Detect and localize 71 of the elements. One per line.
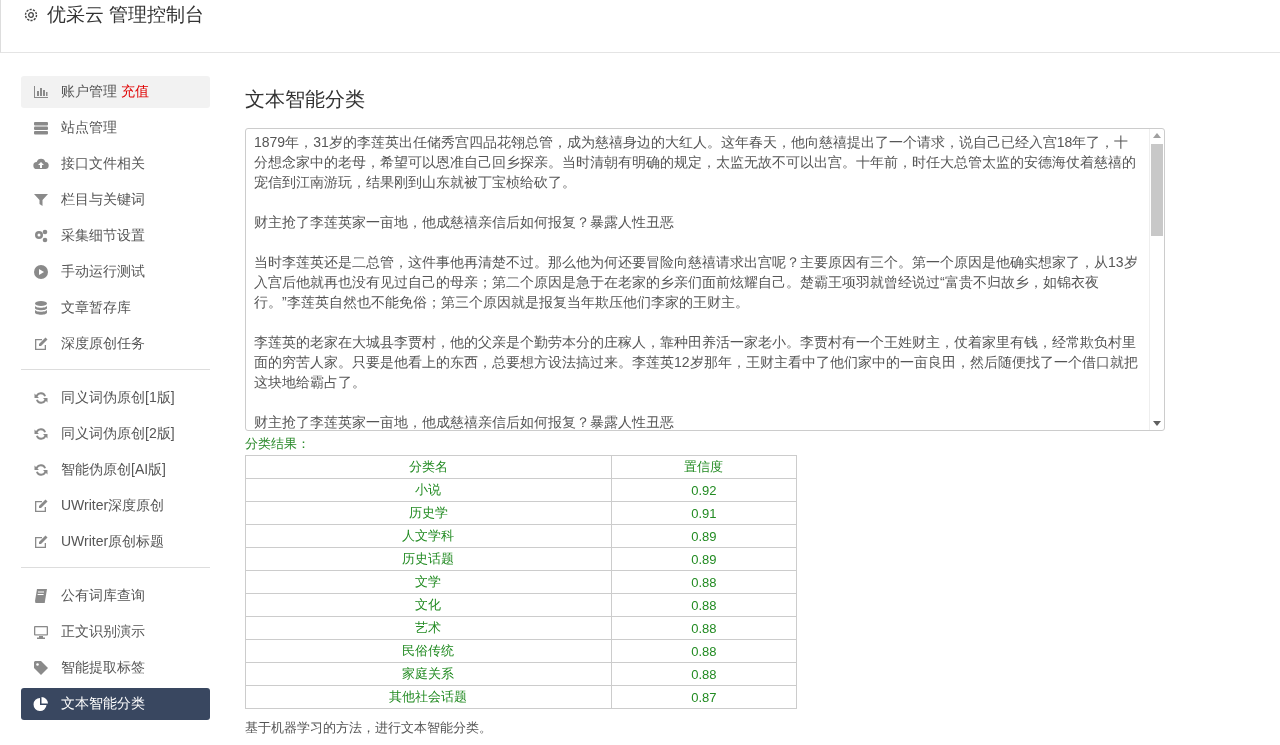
refresh-icon — [33, 426, 49, 442]
table-cell: 历史学 — [245, 501, 612, 525]
table-cell: 0.87 — [611, 685, 797, 709]
table-cell: 0.89 — [611, 547, 797, 571]
sidebar-item[interactable]: 站点管理 — [21, 112, 210, 144]
recharge-link[interactable]: 充值 — [121, 83, 149, 101]
sidebar-item[interactable]: 正文识别演示 — [21, 616, 210, 648]
table-cell: 民俗传统 — [245, 639, 612, 663]
table-cell: 0.88 — [611, 662, 797, 686]
refresh-icon — [33, 462, 49, 478]
sidebar-item[interactable]: 同义词伪原创[1版] — [21, 382, 210, 414]
book-icon — [33, 588, 49, 604]
table-cell: 0.91 — [611, 501, 797, 525]
pie-chart-icon — [33, 696, 49, 712]
article-paragraph: 财主抢了李莲英家一亩地，他成慈禧亲信后如何报复？暴露人性丑恶 — [254, 413, 675, 430]
sidebar-item[interactable]: 同义词伪原创[2版] — [21, 418, 210, 450]
table-cell: 0.88 — [611, 639, 797, 663]
scroll-down-icon[interactable] — [1153, 421, 1161, 426]
article-paragraph: 1879年，31岁的李莲英出任储秀宫四品花翎总管，成为慈禧身边的大红人。这年春天，他向慈禧提出了一个请求，说自己已经入宫18年了，十分想念家中的老母，希望可以恩准自己回乡探亲。当时清朝有明确的规定，太监无故不可以出宫。十年前，时任大总管太监的安德海仗着慈禧的宠信到江南游玩，结果刚到山东就被丁宝桢给砍了。 — [254, 133, 1137, 192]
sidebar-item[interactable]: 采集细节设置 — [21, 220, 210, 252]
sidebar-item[interactable]: 手动运行测试 — [21, 256, 210, 288]
sidebar-item[interactable]: 深度原创任务 — [21, 328, 210, 360]
gears-icon — [33, 228, 49, 244]
scrollbar-thumb[interactable] — [1151, 144, 1163, 236]
sidebar-item[interactable]: 文章暂存库 — [21, 292, 210, 324]
sidebar-item[interactable]: UWriter原创标题 — [21, 526, 210, 558]
table-cell: 文学 — [245, 570, 612, 594]
table-cell: 小说 — [245, 478, 612, 502]
sidebar-item[interactable]: UWriter深度原创 — [21, 490, 210, 522]
text-input[interactable] — [245, 128, 1165, 431]
article-paragraph: 李莲英的老家在大城县李贾村，他的父亲是个勤劳本分的庄稼人，靠种田养活一家老小。李贾村有一个王姓财主，仗着家里有钱，经常欺负村里面的穷苦人家。只要是他看上的东西，总要想方设法搞过来。李莲英12岁那年，王财主看中了他们家中的一亩良田，然后随便找了一个借口就把这块地给霸占了。 — [254, 333, 1139, 392]
table-cell: 0.89 — [611, 524, 797, 548]
refresh-icon — [33, 390, 49, 406]
server-icon — [33, 120, 49, 136]
table-cell: 0.88 — [611, 593, 797, 617]
cloud-upload-icon — [33, 156, 49, 172]
bar-chart-icon — [33, 84, 49, 100]
filter-icon — [33, 192, 49, 208]
table-cell: 历史话题 — [245, 547, 612, 571]
table-cell: 家庭关系 — [245, 662, 612, 686]
result-label: 分类结果： — [245, 435, 311, 453]
table-cell: 0.88 — [611, 616, 797, 640]
play-circle-icon — [33, 264, 49, 280]
settings-icon — [23, 7, 39, 23]
table-cell: 文化 — [245, 593, 612, 617]
sidebar-item[interactable]: 公有词库查询 — [21, 580, 210, 612]
column-header: 置信度 — [611, 455, 797, 479]
table-cell: 其他社会话题 — [245, 685, 612, 709]
sidebar-item[interactable]: 智能提取标签 — [21, 652, 210, 684]
table-cell: 0.92 — [611, 478, 797, 502]
page-heading: 文本智能分类 — [245, 87, 366, 112]
edit-icon — [33, 534, 49, 550]
sidebar-item[interactable]: 文本智能分类 — [21, 688, 210, 720]
database-icon — [33, 300, 49, 316]
sidebar-item[interactable]: 智能伪原创[AI版] — [21, 454, 210, 486]
table-cell: 0.88 — [611, 570, 797, 594]
edit-icon — [33, 336, 49, 352]
tag-icon — [33, 660, 49, 676]
table-cell: 艺术 — [245, 616, 612, 640]
sidebar-item[interactable]: 接口文件相关 — [21, 148, 210, 180]
monitor-icon — [33, 624, 49, 640]
table-cell: 人文学科 — [245, 524, 612, 548]
sidebar-item[interactable]: 栏目与关键词 — [21, 184, 210, 216]
scroll-up-icon[interactable] — [1153, 133, 1161, 138]
app-title: 优采云 管理控制台 — [47, 3, 205, 27]
article-paragraph: 财主抢了李莲英家一亩地，他成慈禧亲信后如何报复？暴露人性丑恶 — [254, 213, 675, 232]
sidebar-item[interactable]: 账户管理 充值 — [21, 76, 210, 108]
edit-icon — [33, 498, 49, 514]
column-header: 分类名 — [245, 455, 612, 479]
article-paragraph: 当时李莲英还是二总管，这件事他再清楚不过。那么他为何还要冒险向慈禧请求出宫呢？主要原因有三个。第一个原因是他确实想家了，从13岁入宫后他就再也没有见过自己的母亲；第二个原因是急于在老家的乡亲们面前炫耀自己。楚霸王项羽就曾经说过“富贵不归故乡，如锦衣夜行。”李莲英自然也不能免俗；第三个原因就是报复当年欺压他们李家的王财主。 — [254, 253, 1139, 312]
description-text: 基于机器学习的方法，进行文本智能分类。 — [245, 719, 493, 737]
